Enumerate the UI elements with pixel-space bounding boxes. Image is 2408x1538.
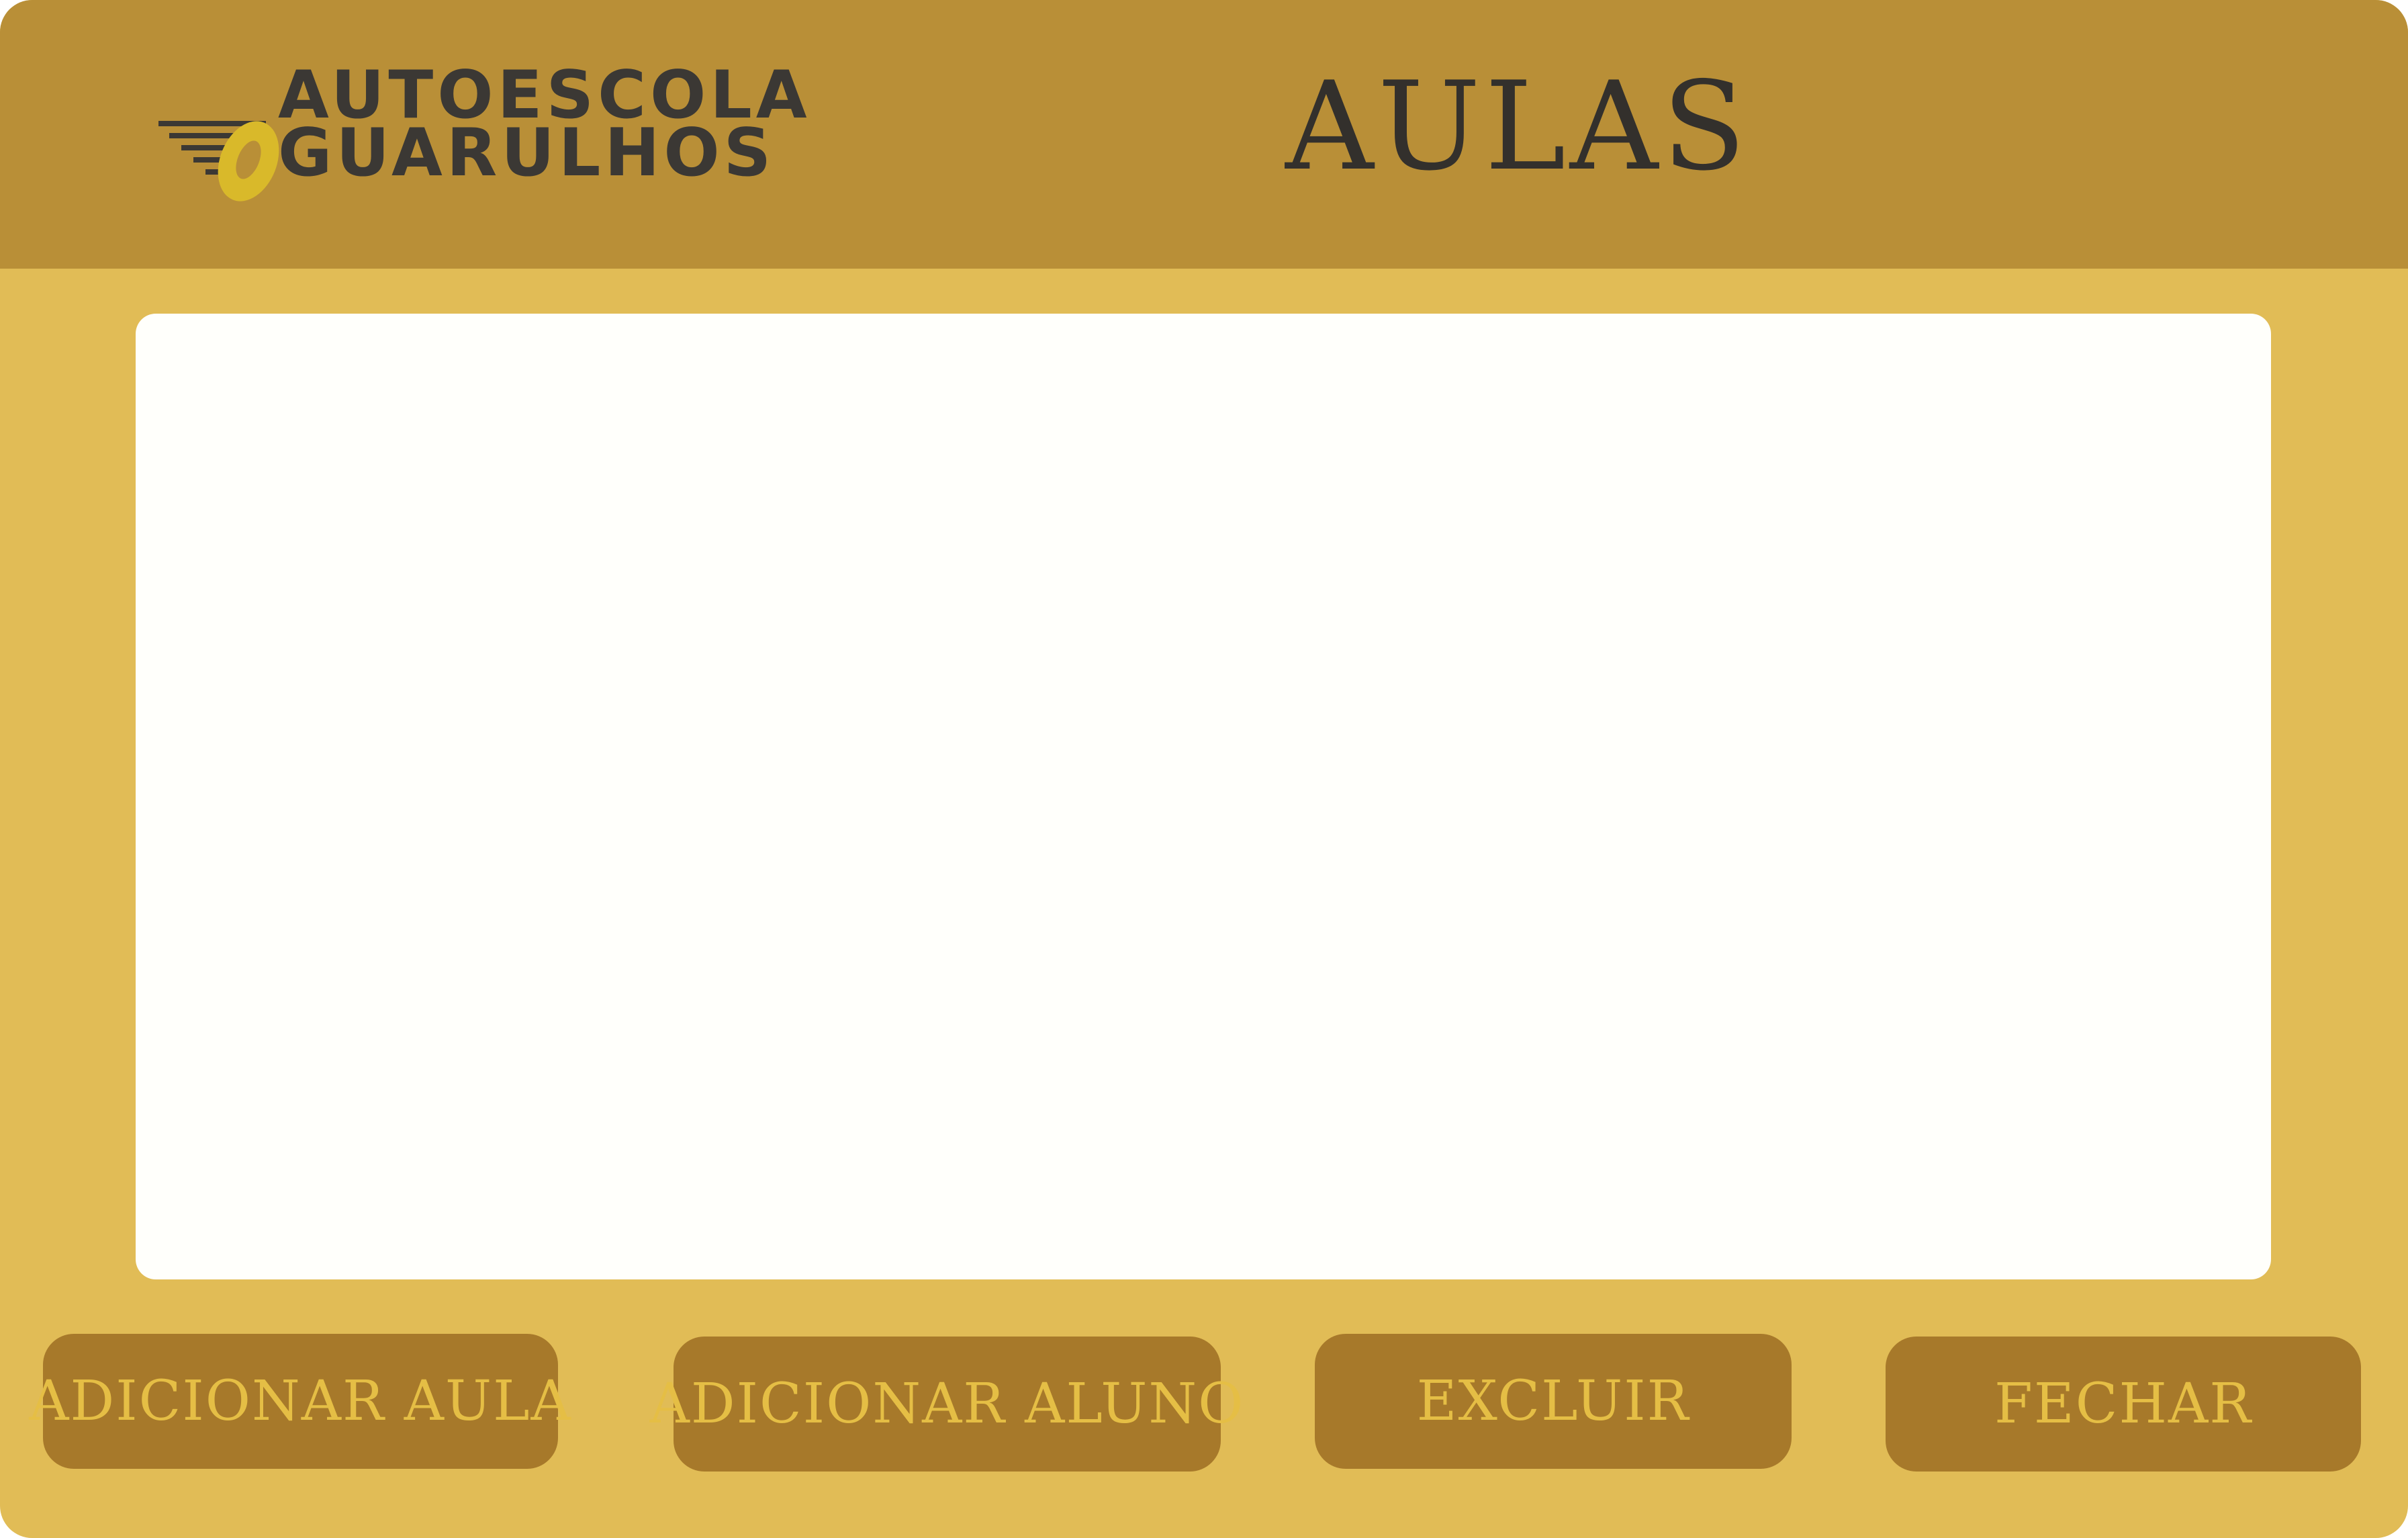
car-wheel-wings-icon (158, 121, 279, 201)
app-window: AUTOESCOLA GUARULHOS AULAS ADICIONAR AUL… (0, 0, 2408, 1538)
classes-list-panel[interactable] (136, 314, 2271, 1279)
close-button[interactable]: FECHAR (1886, 1337, 2361, 1472)
header-bar: AUTOESCOLA GUARULHOS AULAS (0, 0, 2408, 269)
brand-logo: AUTOESCOLA GUARULHOS (156, 62, 807, 210)
add-class-button[interactable]: ADICIONAR AULA (29, 1334, 571, 1469)
delete-button[interactable]: EXCLUIR (1315, 1334, 1792, 1469)
logo-text-line2: GUARULHOS (278, 115, 776, 191)
add-student-button[interactable]: ADICIONAR ALUNO (650, 1337, 1243, 1472)
page-title: AULAS (1285, 55, 1750, 197)
